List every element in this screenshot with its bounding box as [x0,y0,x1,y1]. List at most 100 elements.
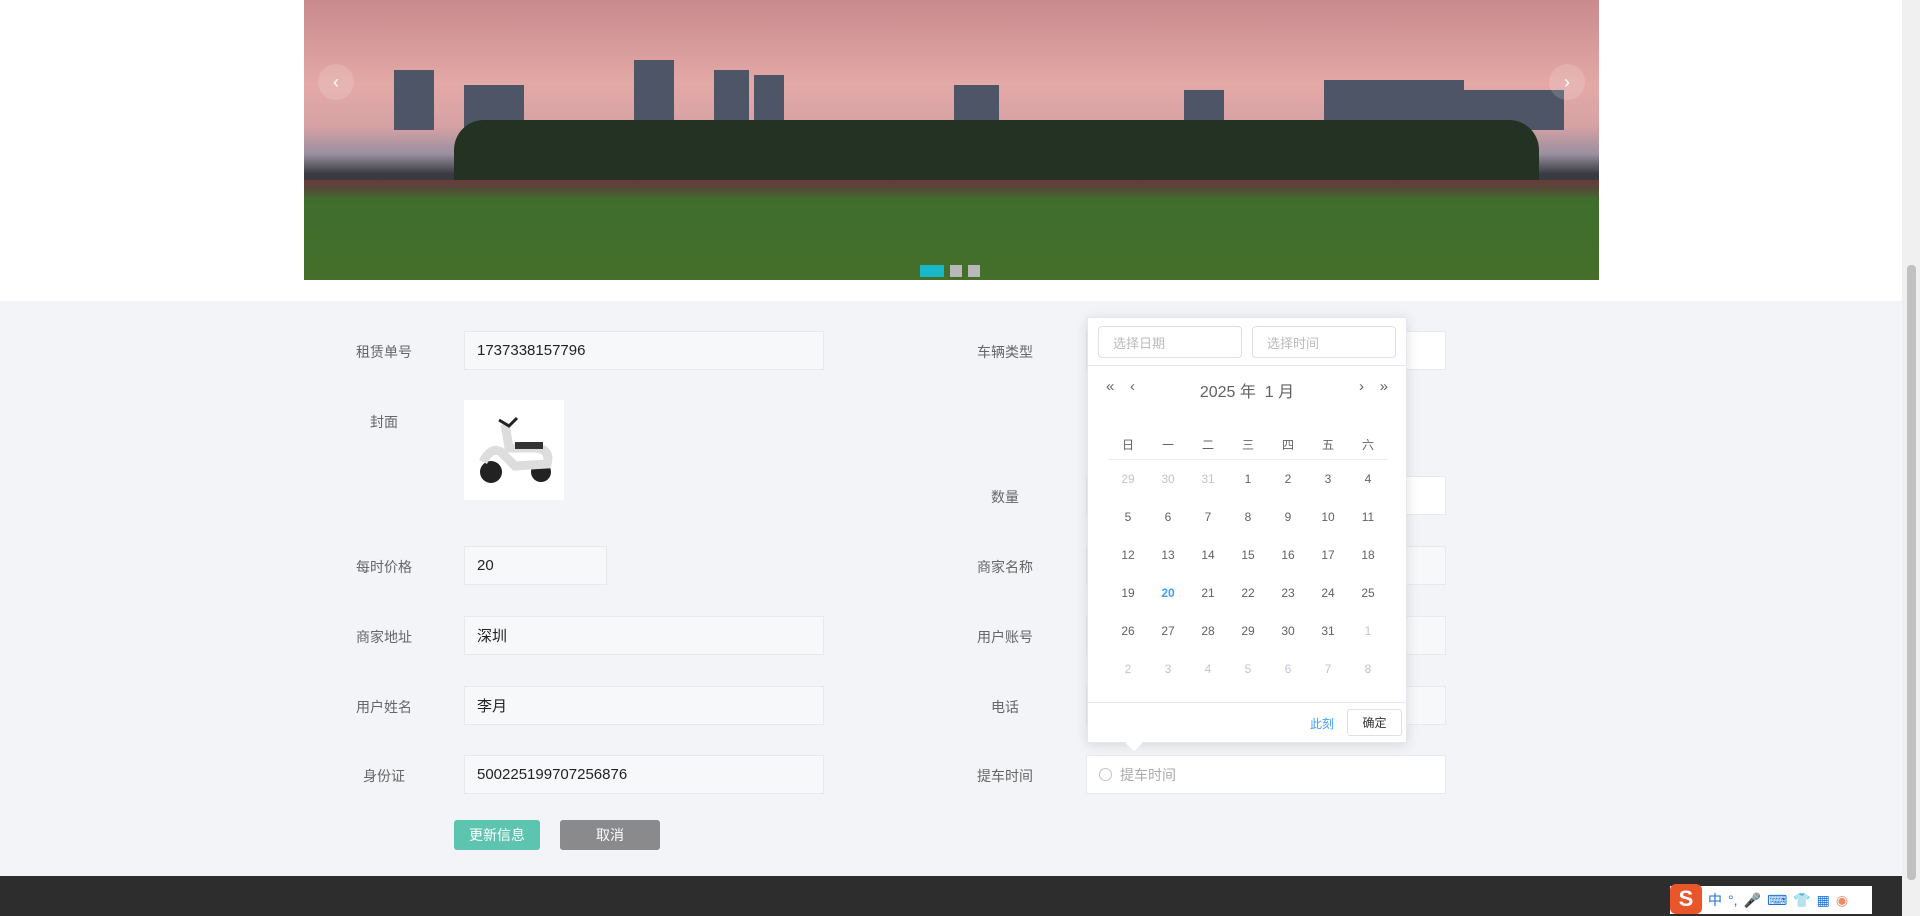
update-info-button[interactable]: 更新信息 [454,820,540,850]
next-month-icon[interactable]: › [1359,378,1364,395]
weekday-label: 五 [1321,438,1334,452]
price-input[interactable]: 20 [464,546,607,585]
calendar-day-other-month[interactable]: 5 [1228,650,1268,688]
pickup-time-input[interactable]: 提车时间 [1086,755,1446,794]
calendar-day-other-month[interactable]: 6 [1268,650,1308,688]
calendar-day[interactable]: 5 [1108,498,1148,536]
weekday-label: 二 [1201,438,1214,452]
cancel-button[interactable]: 取消 [560,820,660,850]
calendar-week-row: 5 6 7 8 9 10 11 [1108,498,1388,536]
weekday-label: 一 [1161,438,1174,452]
calendar-day-other-month[interactable]: 29 [1108,460,1148,498]
calendar-day[interactable]: 10 [1308,498,1348,536]
calendar-day[interactable]: 15 [1228,536,1268,574]
cover-image [464,400,564,500]
calendar-day[interactable]: 26 [1108,612,1148,650]
weekday-header: 日一二三四五六 [1108,430,1388,460]
calendar-day[interactable]: 13 [1148,536,1188,574]
date-input[interactable]: 选择日期 [1098,326,1242,358]
user-name-label: 用户姓名 [356,699,412,715]
now-button[interactable]: 此刻 [1310,715,1334,732]
calendar-day[interactable]: 2 [1268,460,1308,498]
calendar-day-other-month[interactable]: 3 [1148,650,1188,688]
merchant-address-input[interactable]: 深圳 [464,616,824,655]
ime-chinese-mode[interactable]: 中 [1708,890,1722,910]
footer [0,876,1902,916]
calendar-day[interactable]: 31 [1308,612,1348,650]
clock-icon [1099,768,1112,781]
datetime-picker-popup: 选择日期 选择时间 « ‹ 2025 年 1 月 › » 日一二三四五六 29 3… [1087,317,1407,752]
carousel-dot[interactable] [950,265,962,277]
calendar-day[interactable]: 1 [1228,460,1268,498]
scrollbar-thumb[interactable] [1907,265,1916,880]
calendar-day[interactable]: 9 [1268,498,1308,536]
carousel-image: ‹ › [304,0,1599,280]
carousel-next-button[interactable]: › [1549,64,1585,100]
calendar-day[interactable]: 14 [1188,536,1228,574]
calendar-day-other-month[interactable]: 1 [1348,612,1388,650]
calendar-day[interactable]: 16 [1268,536,1308,574]
weekday-label: 四 [1281,438,1294,452]
calendar-day-other-month[interactable]: 7 [1308,650,1348,688]
calendar-day-today[interactable]: 20 [1148,574,1188,612]
calendar-day-other-month[interactable]: 30 [1148,460,1188,498]
microphone-icon[interactable]: 🎤 [1744,892,1761,909]
calendar-grid: 日一二三四五六 29 30 31 1 2 3 4 5 6 7 8 9 10 11 12 13 14 15 16 17 1… [1108,430,1388,688]
cover-label: 封面 [370,414,398,430]
calendar-week-row: 2345678 [1108,650,1388,688]
carousel-dot[interactable] [968,265,980,277]
calendar-day[interactable]: 7 [1188,498,1228,536]
calendar-day[interactable]: 24 [1308,574,1348,612]
calendar-day[interactable]: 30 [1268,612,1308,650]
calendar-week-row: 29 30 31 1 2 3 4 [1108,460,1388,498]
carousel-indicators [920,265,980,277]
prev-year-icon[interactable]: « [1106,378,1114,395]
pickup-time-label: 提车时间 [977,768,1033,784]
keyboard-icon[interactable]: ⌨ [1767,892,1787,909]
scrollbar[interactable] [1902,0,1920,916]
calendar-day[interactable]: 6 [1148,498,1188,536]
calendar-day[interactable]: 22 [1228,574,1268,612]
quantity-label: 数量 [991,489,1019,505]
calendar-week-row: 19 20 21 22 23 24 25 [1108,574,1388,612]
skin-icon[interactable]: 👕 [1793,892,1810,909]
prev-month-icon[interactable]: ‹ [1130,378,1135,395]
next-year-icon[interactable]: » [1380,378,1388,395]
carousel-prev-button[interactable]: ‹ [318,64,354,100]
user-name-input[interactable]: 李月 [464,686,824,725]
user-account-label: 用户账号 [977,629,1033,645]
mascot-icon[interactable]: ◉ [1836,892,1848,909]
banner-section: ‹ › [0,0,1902,301]
calendar-week-row: 26 27 28 29 30 31 1 [1108,612,1388,650]
calendar-day-other-month[interactable]: 2 [1108,650,1148,688]
order-no-input[interactable]: 1737338157796 [464,331,824,370]
calendar-day[interactable]: 17 [1308,536,1348,574]
calendar-day[interactable]: 23 [1268,574,1308,612]
calendar-title[interactable]: 2025 年 1 月 [1200,384,1294,401]
apps-grid-icon[interactable]: ▦ [1817,892,1830,909]
confirm-button[interactable]: 确定 [1347,709,1402,736]
price-label: 每时价格 [356,559,412,575]
calendar-day[interactable]: 3 [1308,460,1348,498]
merchant-address-label: 商家地址 [356,629,412,645]
calendar-day[interactable]: 25 [1348,574,1388,612]
calendar-day[interactable]: 18 [1348,536,1388,574]
calendar-day[interactable]: 27 [1148,612,1188,650]
calendar-day-other-month[interactable]: 4 [1188,650,1228,688]
calendar-day[interactable]: 12 [1108,536,1148,574]
carousel-dot[interactable] [920,265,944,277]
calendar-day[interactable]: 8 [1228,498,1268,536]
ime-punctuation[interactable]: °, [1728,892,1738,908]
calendar-day[interactable]: 4 [1348,460,1388,498]
time-input[interactable]: 选择时间 [1252,326,1396,358]
id-card-label: 身份证 [363,768,405,784]
calendar-day[interactable]: 21 [1188,574,1228,612]
calendar-day[interactable]: 19 [1108,574,1148,612]
calendar-day[interactable]: 29 [1228,612,1268,650]
calendar-day[interactable]: 28 [1188,612,1228,650]
sogou-logo-icon[interactable]: S [1670,884,1702,914]
calendar-day-other-month[interactable]: 8 [1348,650,1388,688]
id-card-input[interactable]: 500225199707256876 [464,755,824,794]
calendar-day[interactable]: 11 [1348,498,1388,536]
calendar-day-other-month[interactable]: 31 [1188,460,1228,498]
